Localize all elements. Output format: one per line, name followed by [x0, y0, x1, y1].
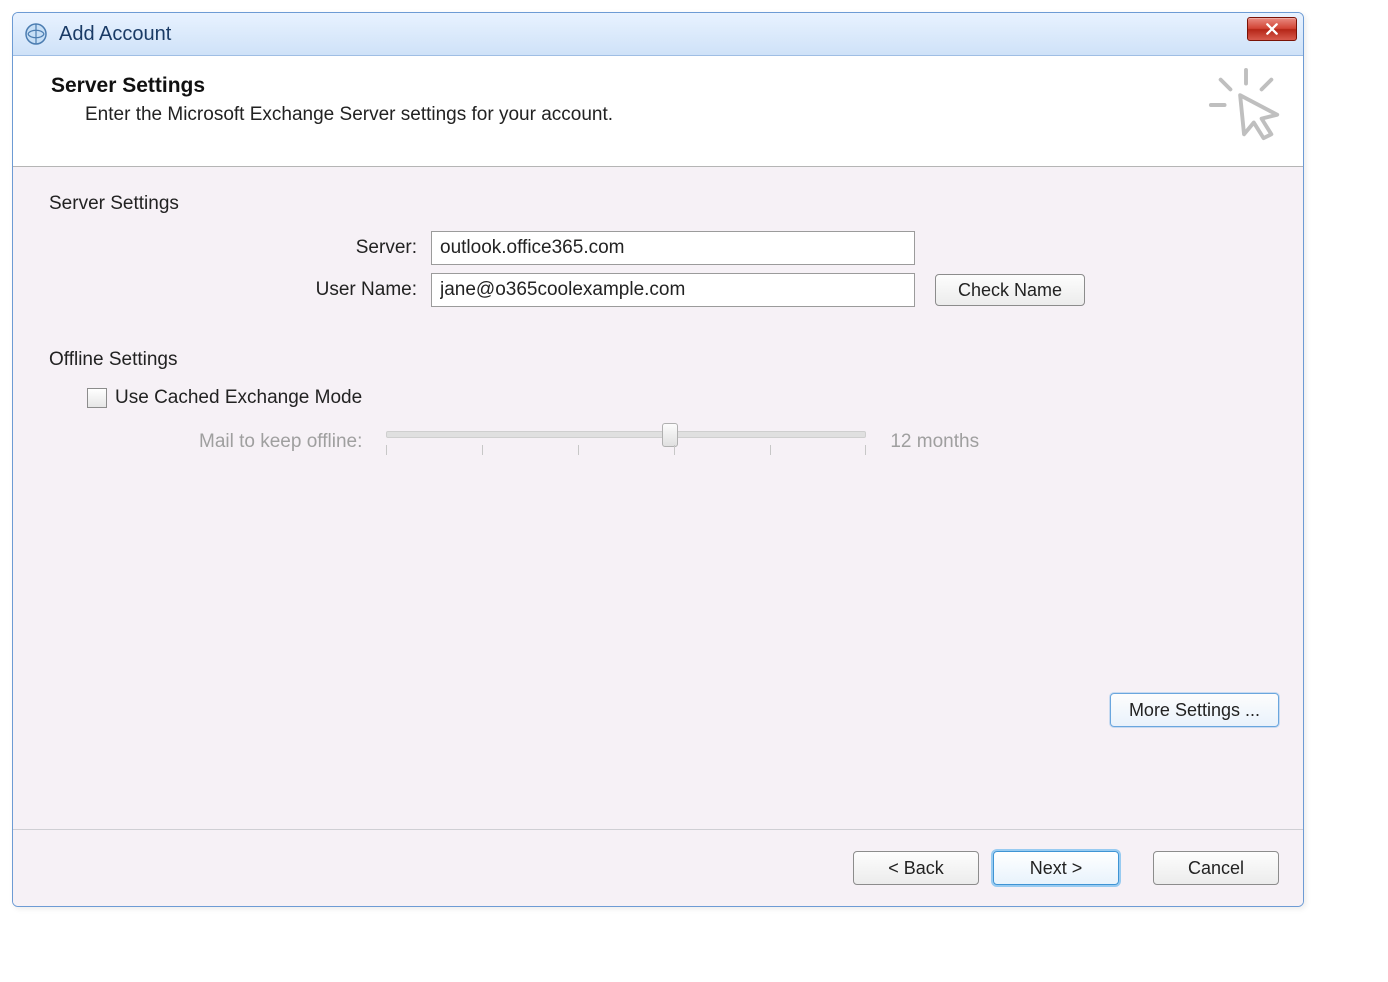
offline-settings-group-label: Offline Settings: [49, 349, 1267, 371]
close-icon: [1265, 22, 1279, 36]
close-button[interactable]: [1247, 17, 1297, 41]
next-button[interactable]: Next >: [993, 851, 1119, 885]
check-name-button[interactable]: Check Name: [935, 274, 1085, 306]
cached-mode-label: Use Cached Exchange Mode: [115, 387, 362, 409]
add-account-wizard: Add Account Server Settings Enter the Mi…: [12, 12, 1304, 907]
cached-mode-checkbox[interactable]: [87, 388, 107, 408]
app-icon: [23, 19, 49, 49]
page-heading: Server Settings: [51, 74, 1279, 98]
username-input[interactable]: [431, 273, 915, 307]
username-label: User Name:: [49, 279, 431, 301]
server-input[interactable]: [431, 231, 915, 265]
offline-settings-block: Offline Settings Use Cached Exchange Mod…: [49, 349, 1267, 463]
slider-thumb[interactable]: [662, 423, 678, 447]
mail-offline-value: 12 months: [890, 431, 979, 453]
title-bar: Add Account: [13, 13, 1303, 56]
cached-mode-row: Use Cached Exchange Mode: [87, 387, 1267, 409]
mail-offline-slider[interactable]: [386, 421, 866, 463]
mail-offline-row: Mail to keep offline: 12 months: [199, 421, 1267, 463]
cursor-click-icon: [1207, 66, 1285, 144]
more-settings-row: More Settings ...: [49, 693, 1279, 727]
username-row: User Name: Check Name: [49, 273, 1267, 307]
wizard-footer: < Back Next > Cancel: [13, 830, 1303, 906]
server-label: Server:: [49, 237, 431, 259]
server-row: Server:: [49, 231, 1267, 265]
more-settings-button[interactable]: More Settings ...: [1110, 693, 1279, 727]
server-settings-group-label: Server Settings: [49, 193, 1267, 215]
header-band: Server Settings Enter the Microsoft Exch…: [13, 56, 1303, 167]
body-area: Server Settings Server: User Name: Check…: [13, 167, 1303, 830]
cancel-button[interactable]: Cancel: [1153, 851, 1279, 885]
back-button[interactable]: < Back: [853, 851, 979, 885]
page-subheading: Enter the Microsoft Exchange Server sett…: [85, 104, 1279, 126]
window-title: Add Account: [59, 23, 171, 46]
mail-offline-label: Mail to keep offline:: [199, 431, 362, 453]
